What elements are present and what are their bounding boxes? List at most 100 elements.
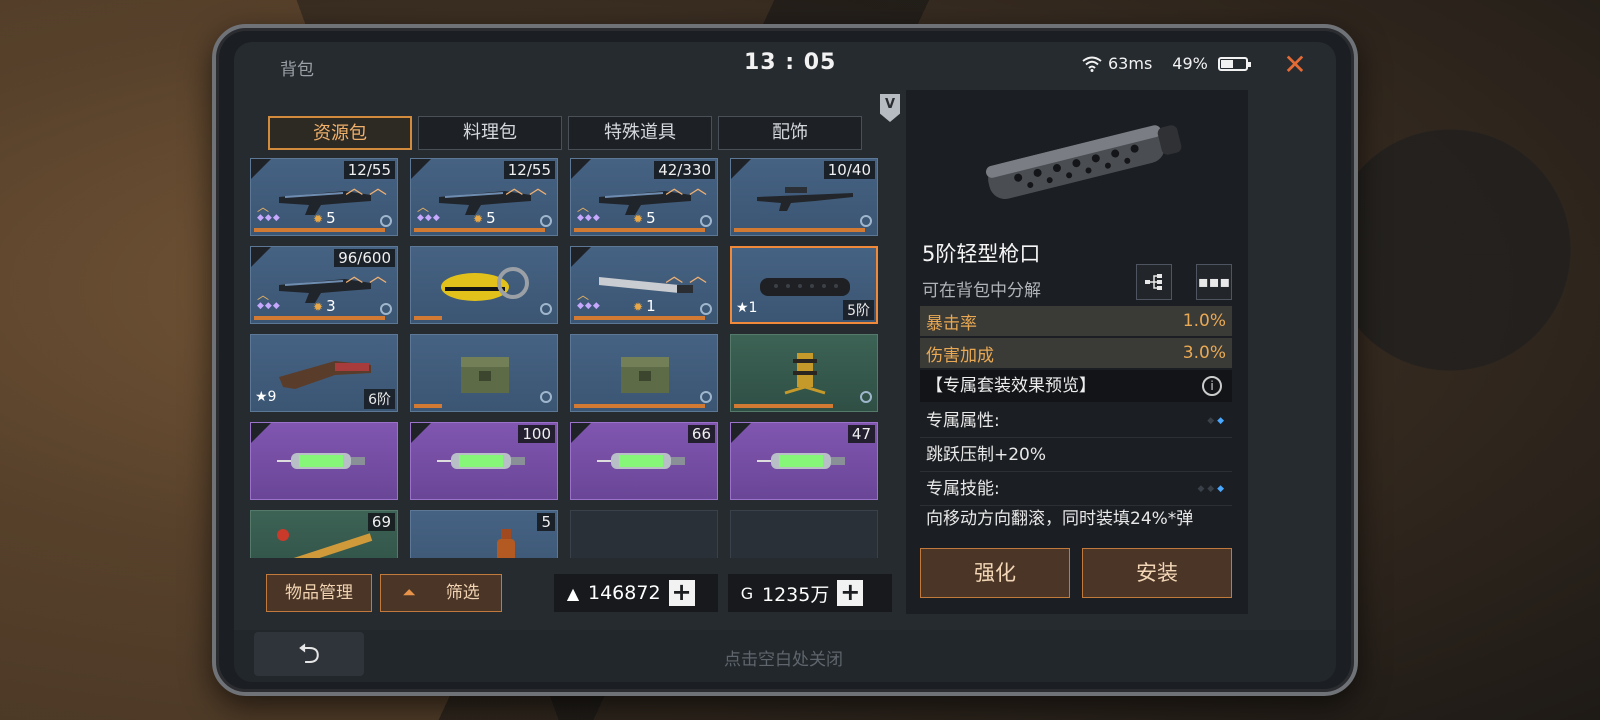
upgrade-chevron-icon: ︿ ︿ <box>345 178 387 199</box>
slot-count: 5 <box>537 513 555 531</box>
inventory-slot[interactable]: 47 <box>730 422 878 500</box>
item-detail-panel: 5阶轻型枪口 可在背包中分解 ▪▪▪ 暴击率 1.0% 伤害加成 3.0% 【专… <box>906 90 1248 614</box>
stock-art <box>275 351 375 395</box>
inventory-slot[interactable]: 1 ◆◆◆︿ ︿ ︿ <box>570 246 718 324</box>
inventory-slot[interactable]: 69 <box>250 510 398 558</box>
skill-pips: ◆ ◆ ◆ <box>1197 484 1224 494</box>
durability-bar <box>254 316 385 320</box>
ping-value: 63ms <box>1108 54 1153 73</box>
inventory-slot[interactable] <box>730 334 878 412</box>
inventory-slot[interactable]: 5 <box>410 510 558 558</box>
exclusive-skill-label: 专属技能: <box>926 479 1000 499</box>
rarity-corner <box>571 247 591 267</box>
stat-crit: 暴击率 1.0% <box>920 306 1232 336</box>
inventory-slot[interactable]: ★1 5阶 <box>730 246 878 324</box>
inventory-slot[interactable]: 96/600 3 ◆◆◆︿ ︿ ︿ <box>250 246 398 324</box>
inventory-slot-empty[interactable] <box>730 510 878 558</box>
close-button[interactable]: ✕ <box>1278 48 1312 82</box>
rank-chevron-icon: ︿ <box>577 288 590 302</box>
inventory-slot-empty[interactable] <box>570 510 718 558</box>
slot-count: 100 <box>518 425 555 443</box>
slot-level: 5 <box>633 209 656 227</box>
stat-damage-value: 3.0% <box>1182 343 1226 363</box>
gear-icon <box>540 391 552 403</box>
tab-accessories[interactable]: 配饰 <box>718 116 862 150</box>
rarity-corner <box>251 247 271 267</box>
stat-crit-value: 1.0% <box>1182 311 1226 331</box>
battery-fill <box>1220 59 1233 68</box>
slot-level: 3 <box>313 297 336 315</box>
upgrade-button[interactable]: 强化 <box>920 548 1070 598</box>
inventory-slot[interactable]: 12/55 5 ◆◆◆︿ ︿ ︿ <box>410 158 558 236</box>
gear-icon <box>860 215 872 227</box>
back-icon: ⮌ <box>297 637 321 670</box>
slot-count: 66 <box>687 425 715 443</box>
filter-button[interactable]: ⏶ 筛选 <box>380 574 502 612</box>
filter-icon: ⏶ <box>402 583 416 603</box>
quality-dots: ◆◆◆ <box>577 301 601 311</box>
bottle-art <box>435 527 535 558</box>
gear-icon <box>540 303 552 315</box>
inventory-grid: 12/555◆◆◆︿︿ ︿12/555◆◆◆︿︿ ︿42/3305◆◆◆︿︿ ︿… <box>250 158 880 558</box>
category-tabs: 资源包 料理包 特殊道具 配饰 <box>268 116 862 150</box>
coin-icon: G <box>740 583 754 603</box>
stat-damage-label: 伤害加成 <box>926 345 994 366</box>
set-preview-header: 【专属套装效果预览】 i <box>920 370 1232 402</box>
install-button[interactable]: 安装 <box>1082 548 1232 598</box>
inventory-slot[interactable]: 10/40 <box>730 158 878 236</box>
rarity-corner <box>571 159 591 179</box>
tab-resources[interactable]: 资源包 <box>268 116 412 150</box>
item-subtitle: 可在背包中分解 <box>922 281 1041 301</box>
slot-star: ★1 <box>736 300 758 316</box>
inventory-slot[interactable]: 12/55 5 ◆◆◆︿ ︿ ︿ <box>250 158 398 236</box>
network-status: 63ms 49% <box>1082 54 1251 73</box>
gear-icon <box>380 303 392 315</box>
slot-count: 12/55 <box>343 161 395 179</box>
more-button[interactable]: ▪▪▪ <box>1196 264 1232 300</box>
add-bullion-button[interactable]: + <box>668 580 695 606</box>
stat-crit-label: 暴击率 <box>926 313 977 334</box>
coin-balance: G 1235万 + <box>728 574 892 612</box>
quality-dots: ◆◆◆ <box>417 213 441 223</box>
rarity-corner <box>251 423 271 443</box>
tree-icon <box>1145 274 1162 290</box>
page-title: 背包 <box>280 60 314 80</box>
rarity-corner <box>411 159 431 179</box>
slot-count: 42/330 <box>654 161 715 179</box>
tab-special-items[interactable]: 特殊道具 <box>568 116 712 150</box>
inventory-slot[interactable]: 100 <box>410 422 558 500</box>
crate-art <box>435 351 535 395</box>
upgrade-chevron-icon: ︿ ︿ <box>505 178 547 199</box>
vip-badge: V <box>880 94 900 122</box>
slot-tier: 6阶 <box>364 389 395 409</box>
inventory-slot[interactable] <box>570 334 718 412</box>
rank-chevron-icon: ︿ <box>257 288 270 302</box>
exclusive-attr-label: 专属属性: <box>926 411 1000 431</box>
slot-count: 69 <box>367 513 395 531</box>
durability-bar <box>574 316 705 320</box>
filter-label: 筛选 <box>445 583 480 603</box>
inventory-slot[interactable]: ★9 6阶 <box>250 334 398 412</box>
inventory-slot[interactable] <box>250 422 398 500</box>
info-icon[interactable]: i <box>1202 376 1222 396</box>
inventory-screen: 背包 13 : 05 63ms 49% ✕ 资源包 料理包 特殊道具 配饰 V <box>234 42 1336 682</box>
wifi-icon <box>1082 56 1102 72</box>
inventory-slot[interactable] <box>410 246 558 324</box>
item-manage-button[interactable]: 物品管理 <box>266 574 372 612</box>
inventory-slot[interactable] <box>410 334 558 412</box>
exclusive-skill-row: 专属技能: ◆ ◆ ◆ <box>920 472 1232 506</box>
set-preview-label: 【专属套装效果预览】 <box>926 376 1096 396</box>
sniper-art <box>755 175 855 219</box>
durability-bar <box>414 404 443 408</box>
durability-bar <box>254 228 385 232</box>
add-coin-button[interactable]: + <box>837 580 864 606</box>
durability-bar <box>734 404 834 408</box>
dismantle-button[interactable] <box>1136 264 1172 300</box>
close-hint: 点击空白处关闭 <box>724 650 843 670</box>
inventory-slot[interactable]: 42/330 5 ◆◆◆︿ ︿ ︿ <box>570 158 718 236</box>
tab-food[interactable]: 料理包 <box>418 116 562 150</box>
item-name: 5阶轻型枪口 <box>922 242 1041 266</box>
back-button[interactable]: ⮌ <box>254 632 364 676</box>
inventory-slot[interactable]: 66 <box>570 422 718 500</box>
exclusive-attr-row: 专属属性: ◆ ◆ <box>920 404 1232 438</box>
